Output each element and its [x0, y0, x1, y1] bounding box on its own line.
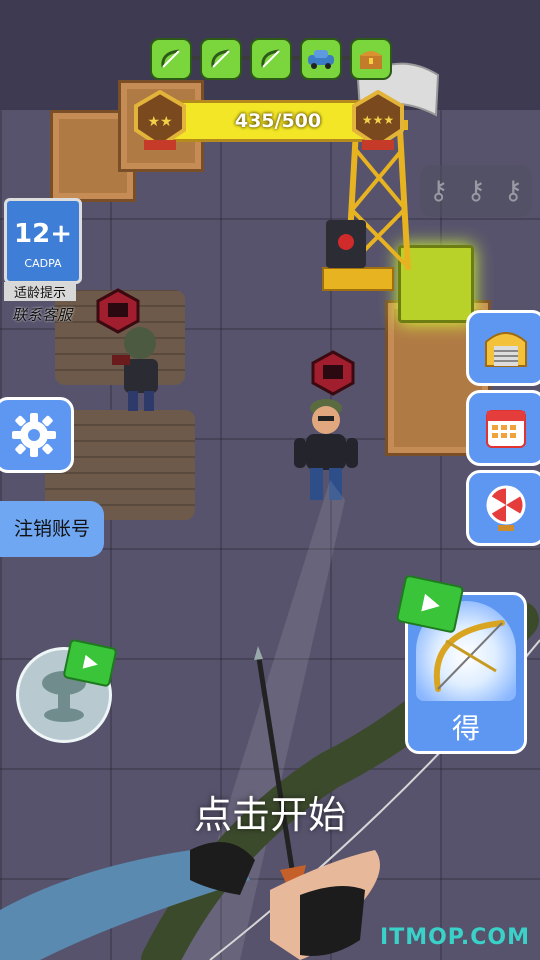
enemy-marker [311, 350, 355, 396]
key-icon: ⚷ [466, 176, 486, 206]
age-rating-box: 12+ CADPA [4, 198, 82, 284]
gear-icon [12, 413, 56, 457]
garage-button[interactable] [466, 310, 540, 386]
level-progress-track [150, 36, 392, 80]
keys-counter: ⚷ ⚷ ⚷ [420, 165, 532, 217]
age-rating-badge[interactable]: 12+ CADPA 适龄提示 [4, 198, 82, 301]
key-icon: ⚷ [503, 176, 523, 206]
age-rating-caption: 适龄提示 [4, 282, 76, 301]
rank-badge-next: ★★★ [352, 90, 404, 150]
age-rating-number: 12+ [14, 219, 72, 249]
rank-badge-current: ★★ [134, 90, 186, 150]
tap-to-start-text[interactable]: 点击开始 [0, 784, 540, 839]
contact-support-link[interactable]: 联系客服 [0, 304, 84, 325]
bow-icon [150, 38, 192, 80]
svg-text:★★★: ★★★ [362, 113, 394, 127]
game-scene[interactable]: 435/500 ★★ ★★★ ⚷ ⚷ ⚷ 12+ CADPA 适龄提示 联系客服 [0, 0, 540, 960]
wheel-icon [486, 485, 526, 531]
bow-icon [200, 38, 242, 80]
calendar-button[interactable] [466, 390, 540, 466]
logout-button[interactable]: 注销账号 [0, 501, 104, 557]
age-rating-org: CADPA [24, 257, 62, 270]
svg-text:★★: ★★ [147, 114, 172, 130]
calendar-icon [486, 410, 526, 448]
key-icon: ⚷ [429, 176, 449, 206]
bow-reward-label: 得 [408, 707, 524, 751]
enemy-character[interactable] [108, 325, 170, 415]
car-icon [300, 38, 342, 80]
settings-button[interactable] [0, 397, 74, 473]
watermark: ITMOP.COM [380, 925, 530, 950]
lucky-wheel-button[interactable] [466, 470, 540, 546]
garage-icon [485, 332, 527, 367]
chest-icon [350, 38, 392, 80]
bow-icon [250, 38, 292, 80]
